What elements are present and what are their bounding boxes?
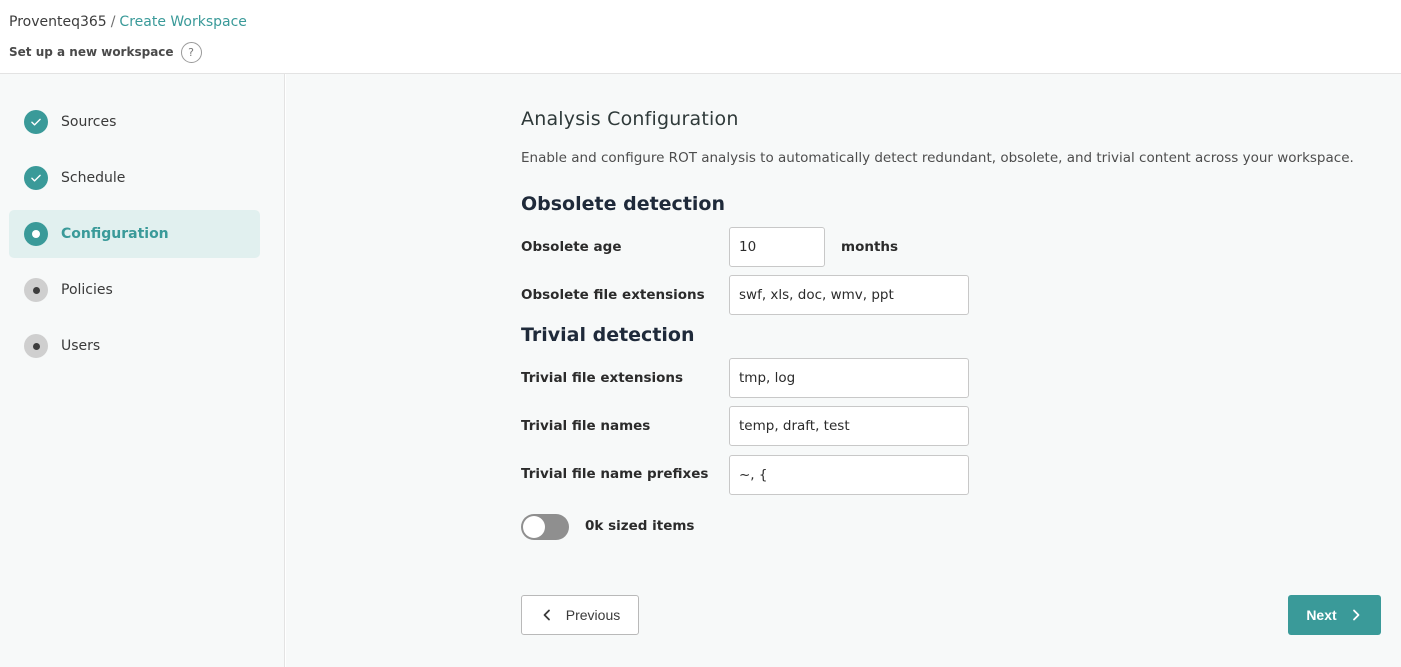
question-icon[interactable]: ? [180,41,202,63]
dot-icon [24,278,48,302]
step-label: Configuration [61,226,169,242]
page-description: Enable and configure ROT analysis to aut… [521,150,1354,166]
step-schedule[interactable]: Schedule [9,154,260,202]
next-button-label: Next [1306,607,1337,623]
trivial-extensions-label: Trivial file extensions [521,370,684,386]
trivial-extensions-input[interactable] [729,358,969,398]
next-button[interactable]: Next [1288,595,1381,635]
dot-icon [24,334,48,358]
step-users[interactable]: Users [9,322,260,370]
step-sources[interactable]: Sources [9,98,260,146]
breadcrumb-separator: / [110,14,116,30]
page-title: Analysis Configuration [521,108,739,130]
step-configuration[interactable]: Configuration [9,210,260,258]
step-label: Sources [61,114,117,130]
page-subtitle: Set up a new workspace [9,45,174,59]
wizard-sidebar: Sources Schedule Configuration Policies … [0,74,285,667]
previous-button[interactable]: Previous [521,595,639,635]
obsolete-age-label: Obsolete age [521,239,622,255]
zero-k-items-toggle[interactable] [521,514,569,540]
chevron-right-icon [1352,609,1360,621]
trivial-prefixes-label: Trivial file name prefixes [521,466,709,482]
previous-button-label: Previous [565,607,621,623]
breadcrumb-root[interactable]: Proventeq365 [9,14,107,30]
obsolete-age-unit: months [841,239,899,255]
breadcrumb-current[interactable]: Create Workspace [119,14,247,30]
check-icon [24,110,48,134]
subtitle-row: Set up a new workspace ? [9,41,202,63]
trivial-prefixes-input[interactable] [729,455,969,495]
dot-icon [24,222,48,246]
main-content: Analysis Configuration Enable and config… [286,74,1401,667]
chevron-left-icon [543,609,550,621]
toggle-knob [523,516,545,538]
step-policies[interactable]: Policies [9,266,260,314]
step-label: Users [61,338,101,354]
check-icon [24,166,48,190]
obsolete-extensions-input[interactable] [729,275,969,315]
step-label: Policies [61,282,113,298]
trivial-names-input[interactable] [729,406,969,446]
page-header: Proventeq365/Create Workspace Set up a n… [0,0,1401,74]
trivial-detection-heading: Trivial detection [521,324,695,346]
obsolete-extensions-label: Obsolete file extensions [521,287,705,303]
step-label: Schedule [61,170,126,186]
trivial-names-label: Trivial file names [521,418,651,434]
obsolete-age-input[interactable] [729,227,825,267]
breadcrumb: Proventeq365/Create Workspace [9,12,247,32]
obsolete-detection-heading: Obsolete detection [521,193,725,215]
zero-k-items-label: 0k sized items [585,518,695,534]
